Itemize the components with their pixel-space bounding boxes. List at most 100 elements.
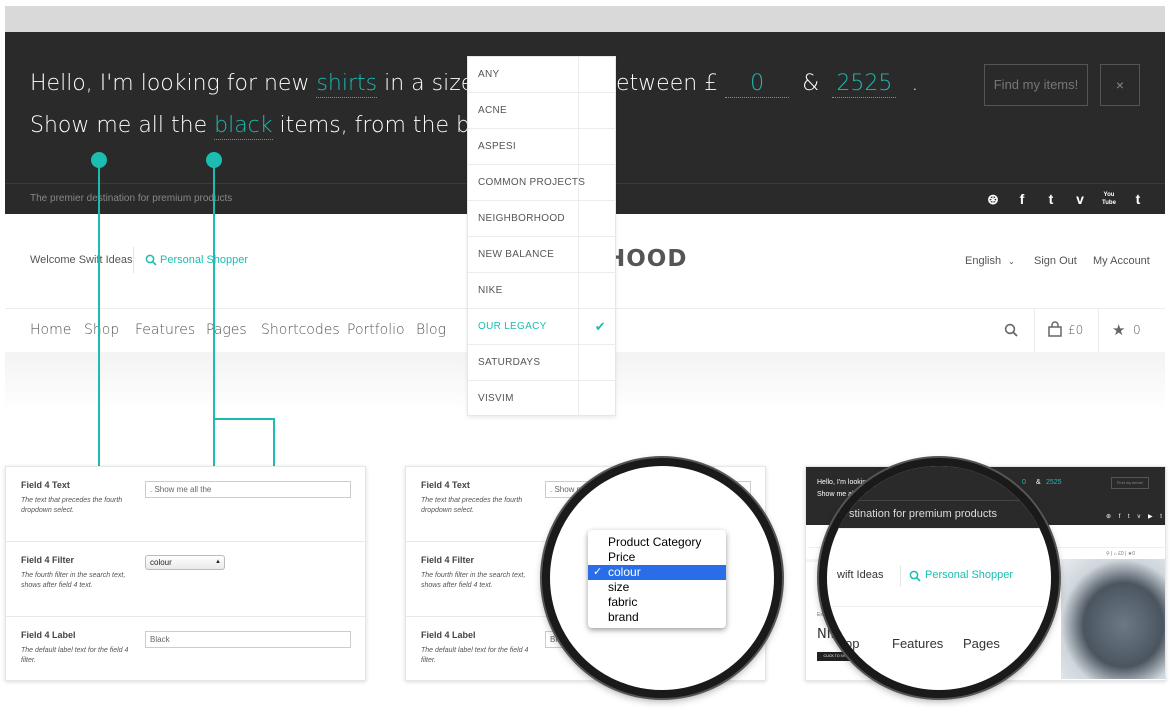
bag-icon[interactable]: [1048, 321, 1062, 342]
dropdown-option[interactable]: ASPESI: [468, 129, 616, 165]
field-row: Field 4 Label The default label text for…: [6, 617, 365, 692]
connector-line: [98, 160, 100, 485]
field-label: Field 4 Label: [421, 630, 476, 640]
field-4-filter-select[interactable]: colour ▲: [145, 555, 225, 570]
nav-item-features[interactable]: Features: [135, 322, 195, 338]
divider: [900, 566, 901, 586]
field-4-label-input[interactable]: Black: [145, 631, 351, 648]
find-my-items-button[interactable]: Find my items!: [984, 64, 1088, 106]
dribbble-icon[interactable]: ⊛: [984, 191, 1002, 207]
sneaker-image: [1061, 559, 1165, 679]
price-max-input[interactable]: 2525: [832, 71, 897, 98]
field-description: The text that precedes the fourth dropdo…: [21, 497, 123, 514]
field-description: The default label text for the field 4 f…: [21, 647, 129, 664]
my-account-link[interactable]: My Account: [1093, 255, 1150, 267]
magnified-welcome: wift Ideas: [837, 569, 884, 581]
wishlist-count[interactable]: 0: [1133, 323, 1141, 337]
field-4-text-input[interactable]: . Show me all the: [145, 481, 351, 498]
field-row: Field 4 Filter The fourth filter in the …: [6, 542, 365, 617]
sign-out-link[interactable]: Sign Out: [1034, 255, 1077, 267]
divider: [1098, 309, 1099, 352]
dropdown-option[interactable]: SATURDAYS: [468, 345, 616, 381]
checkmark-icon: ✔: [594, 319, 606, 334]
nav-item-blog[interactable]: Blog: [416, 322, 446, 338]
search-sentence-price: etween £ 0 & 2525 .: [616, 71, 918, 98]
field-description: The fourth filter in the search text, sh…: [21, 572, 126, 589]
checkmark-icon: ✓: [593, 566, 603, 578]
field-description: The text that precedes the fourth dropdo…: [421, 497, 523, 514]
sentence-text: .: [911, 71, 919, 96]
sentence-text: Show me all the: [30, 113, 208, 138]
dropdown-option[interactable]: VISVIM: [468, 381, 616, 417]
divider: [827, 500, 1051, 501]
dropdown-option[interactable]: NIKE: [468, 273, 616, 309]
youtube-icon[interactable]: You Tube: [1100, 191, 1118, 207]
dropdown-option[interactable]: ANY: [468, 57, 616, 93]
field-label: Field 4 Label: [21, 630, 76, 640]
magnified-tagline: stination for premium products: [849, 508, 997, 520]
divider: [827, 606, 1051, 607]
filter-option[interactable]: Product Category: [588, 535, 726, 550]
welcome-text: Welcome Swift Ideas: [30, 254, 133, 266]
field-description: The fourth filter in the search text, sh…: [421, 572, 526, 589]
mini-social-icons: ⊛ f t v ▶ t: [1106, 514, 1165, 520]
personal-shopper-link[interactable]: Personal Shopper: [160, 254, 248, 266]
tagline: The premier destination for premium prod…: [30, 193, 233, 204]
nav-item-shortcodes[interactable]: Shortcodes: [261, 322, 340, 338]
close-icon[interactable]: ×: [1100, 64, 1140, 106]
price-min-input[interactable]: 0: [725, 71, 790, 98]
dropdown-option[interactable]: COMMON PROJECTS: [468, 165, 616, 201]
nav-item-shop[interactable]: Shop: [84, 322, 119, 338]
language-select[interactable]: English ⌄: [965, 255, 1015, 267]
dropdown-option-selected[interactable]: OUR LEGACY ✔: [468, 309, 616, 345]
tumblr-icon[interactable]: t: [1129, 191, 1147, 207]
vimeo-icon[interactable]: v: [1071, 191, 1089, 207]
search-icon: [909, 569, 921, 587]
field-label: Field 4 Filter: [421, 555, 475, 565]
mini-find-button: Find my items!: [1111, 477, 1149, 489]
filter-option[interactable]: size: [588, 580, 726, 595]
magnified-nav-features: Features: [892, 636, 944, 651]
language-label: English: [965, 255, 1002, 267]
divider: [133, 247, 134, 273]
site-logo[interactable]: HOOD: [606, 246, 687, 272]
search-icon[interactable]: [1004, 323, 1018, 342]
filter-option[interactable]: Price: [588, 550, 726, 565]
search-sentence-line-2: Show me all the black items, from the br…: [30, 113, 520, 140]
dropdown-option[interactable]: ACNE: [468, 93, 616, 129]
colour-select[interactable]: black: [214, 113, 273, 140]
nav-item-portfolio[interactable]: Portfolio: [347, 322, 405, 338]
filter-option[interactable]: brand: [588, 610, 726, 625]
field-description: The default label text for the field 4 f…: [421, 647, 529, 664]
connector-line: [214, 418, 274, 420]
search-icon: [145, 253, 157, 271]
sentence-text: &: [802, 71, 820, 96]
twitter-icon[interactable]: t: [1042, 191, 1060, 207]
field-row: Field 4 Text The text that precedes the …: [6, 467, 365, 542]
filter-options-list[interactable]: Product Category Price ✓ colour size fabr…: [588, 530, 726, 628]
brand-dropdown[interactable]: ANY ACNE ASPESI COMMON PROJECTS NEIGHBOR…: [467, 56, 616, 417]
magnified-content: Product Category Price ✓ colour size fabr…: [550, 466, 774, 690]
chevron-down-icon: ⌄: [1008, 257, 1015, 266]
star-icon[interactable]: ★: [1112, 321, 1125, 339]
dropdown-option[interactable]: NEIGHBORHOOD: [468, 201, 616, 237]
cart-total[interactable]: £0: [1068, 323, 1083, 337]
settings-panel: Field 4 Text The text that precedes the …: [5, 466, 366, 681]
browser-chrome: [5, 6, 1165, 32]
magnified-personal-shopper: Personal Shopper: [925, 569, 1014, 581]
magnifier-lens: stination for premium products wift Idea…: [819, 458, 1059, 698]
select-arrows-icon: ▲: [215, 559, 221, 565]
field-label: Field 4 Text: [21, 480, 70, 490]
magnifier-lens: Product Category Price ✓ colour size fabr…: [542, 458, 782, 698]
divider: [827, 528, 1051, 529]
filter-option-label: colour: [608, 565, 641, 579]
divider: [1034, 309, 1035, 352]
field-label: Field 4 Filter: [21, 555, 75, 565]
filter-option-selected[interactable]: ✓ colour: [588, 565, 726, 580]
filter-option[interactable]: fabric: [588, 595, 726, 610]
magnified-nav-pages: Pages: [963, 636, 1000, 651]
dropdown-option[interactable]: NEW BALANCE: [468, 237, 616, 273]
category-select[interactable]: shirts: [316, 71, 378, 98]
nav-item-home[interactable]: Home: [30, 322, 71, 338]
facebook-icon[interactable]: f: [1013, 191, 1031, 207]
